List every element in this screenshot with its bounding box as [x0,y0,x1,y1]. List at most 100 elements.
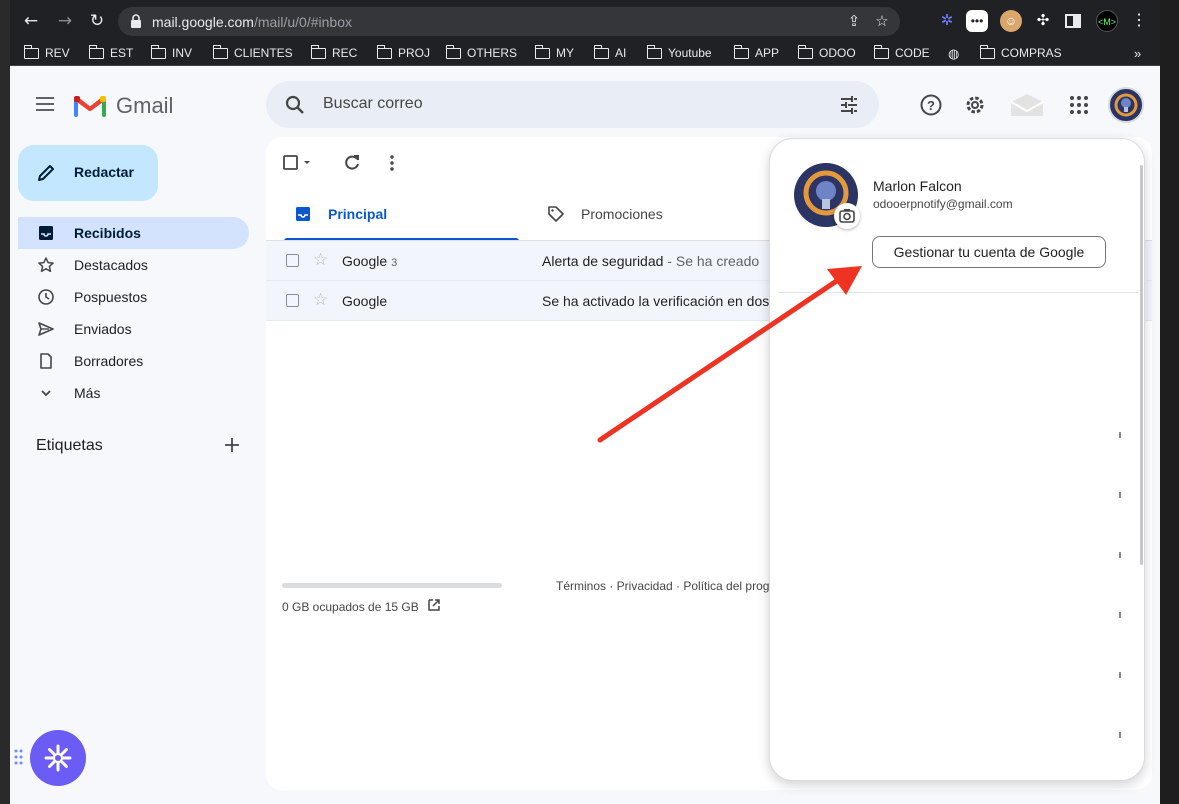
add-label-icon[interactable] [223,436,241,454]
sidebar-item-snoozed[interactable]: Pospuestos [18,281,249,313]
popup-mark [1119,432,1121,438]
terminal-strip-left [0,0,10,804]
email-sender: Google [342,293,387,309]
bookmark-folder[interactable]: COMPRAS [979,44,1062,60]
open-external-icon[interactable] [427,598,441,612]
email-subject: Se ha activado la verificación en dos [542,293,769,309]
browser-toolbar: ← → ↻ mail.google.com/mail/u/0/#inbox ⇪ … [10,0,1160,42]
bookmark-label: CLIENTES [234,46,293,60]
reload-icon[interactable]: ↻ [86,10,108,32]
sidebar-item-label: Borradores [74,353,144,369]
footer-links[interactable]: Términos · Privacidad · Política del pro… [556,579,769,593]
bookmark-folder[interactable]: MY [534,44,574,60]
sender-name: Google [342,253,388,269]
folder-icon [445,44,461,59]
bookmark-folder[interactable]: EST [88,44,134,60]
settings-gear-icon[interactable] [963,93,987,117]
share-icon[interactable]: ⇪ [844,12,864,32]
bookmark-folder[interactable]: PROJ [376,44,430,60]
sidebar-item-more[interactable]: Más [18,377,249,409]
email-subject: Alerta de seguridad - Se ha creado [542,253,759,269]
folder-icon [593,44,609,59]
bookmark-folder[interactable]: APP [733,44,780,60]
folder-icon [733,44,749,59]
bookmark-folder[interactable]: AI [593,44,626,60]
folder-icon [310,44,326,59]
bookmark-label: EST [110,46,134,60]
search-icon[interactable] [284,94,306,116]
star-toggle-icon[interactable]: ☆ [313,290,328,310]
star-toggle-icon[interactable]: ☆ [313,250,328,270]
account-avatar[interactable] [1108,87,1144,123]
bookmark-folder[interactable]: REC [310,44,358,60]
refresh-icon[interactable] [342,153,362,173]
more-bookmarks-icon[interactable]: » [1134,46,1141,61]
search-input[interactable]: Buscar correo [323,95,423,113]
bookmark-folder[interactable]: CODE [873,44,930,60]
subject-text: Alerta de seguridad [542,253,664,269]
sidebar-item-label: Recibidos [74,225,141,241]
folder-icon [873,44,889,59]
extensions-puzzle-icon[interactable]: ✣ [1032,10,1054,32]
sidepanel-icon[interactable] [1062,10,1084,32]
back-icon[interactable]: ← [20,10,42,32]
mail-envelope-icon[interactable] [1010,93,1044,117]
bookmark-star-icon[interactable]: ☆ [872,12,892,32]
search-options-icon[interactable] [838,94,860,116]
more-options-icon[interactable] [382,153,402,173]
inbox-icon [39,226,53,240]
sidebar-item-sent[interactable]: Enviados [18,313,249,345]
bookmark-label: REC [332,46,358,60]
popup-mark [1119,612,1121,618]
apps-grid-icon[interactable] [1067,93,1091,117]
bookmark-folder[interactable]: INV [150,44,192,60]
tab-label: Promociones [581,206,663,222]
row-checkbox[interactable] [286,254,299,267]
extension-snowflake-icon[interactable]: ✲ [936,10,958,32]
sidebar-item-drafts[interactable]: Borradores [18,345,249,377]
lock-icon [131,14,141,28]
bookmark-folder[interactable]: REV [23,44,70,60]
bookmarks-bar: REV EST INV CLIENTES REC PROJ OTHERS MY … [10,42,1160,66]
folder-icon [212,44,228,59]
sidebar-item-starred[interactable]: Destacados [18,249,249,281]
manage-account-button[interactable]: Gestionar tu cuenta de Google [872,236,1106,268]
tab-promociones[interactable]: Promociones [529,193,772,241]
pencil-icon [38,165,54,181]
bookmark-folder[interactable]: CLIENTES [212,44,293,60]
profile-icon[interactable]: <M> [1096,10,1118,32]
background-window-right [1160,0,1179,804]
clock-icon [38,289,54,305]
drag-handle-icon[interactable] [14,748,24,766]
subject-text: Se ha activado la verificación en dos [542,293,770,309]
change-photo-camera-icon[interactable] [834,203,860,229]
globe-icon[interactable]: ◍ [948,46,959,62]
address-bar[interactable]: mail.google.com/mail/u/0/#inbox ⇪ ☆ [118,7,900,36]
main-menu-icon[interactable] [36,97,54,111]
bookmark-folder[interactable]: ODOO [797,44,856,60]
row-checkbox[interactable] [286,294,299,307]
sidebar-item-label: Enviados [74,321,132,337]
draft-icon [40,353,52,369]
sidebar-item-label: Pospuestos [74,289,148,305]
popup-scrollbar[interactable] [1140,165,1143,565]
search-bar[interactable]: Buscar correo [266,81,879,128]
folder-icon [797,44,813,59]
browser-window: ← → ↻ mail.google.com/mail/u/0/#inbox ⇪ … [10,0,1160,804]
tab-principal[interactable]: Principal [276,193,519,241]
bookmark-label: APP [755,46,780,60]
bookmark-folder[interactable]: OTHERS [445,44,517,60]
forward-icon[interactable]: → [54,10,76,32]
extension-avatar-icon[interactable]: ☺ [1000,10,1022,32]
help-icon[interactable]: ? [919,93,943,117]
extension-chat-icon[interactable]: ••• [966,10,988,32]
sidebar-item-label: Destacados [74,257,148,273]
bookmark-folder[interactable]: Youtube [646,44,712,60]
select-all-checkbox[interactable] [282,153,314,173]
popup-mark [1119,492,1121,498]
assistant-fab-button[interactable] [30,730,86,786]
sidebar-item-inbox[interactable]: Recibidos [18,217,249,249]
browser-menu-icon[interactable]: ⋮ [1128,10,1150,32]
compose-button[interactable]: Redactar [18,145,158,201]
bookmark-label: CODE [895,46,930,60]
